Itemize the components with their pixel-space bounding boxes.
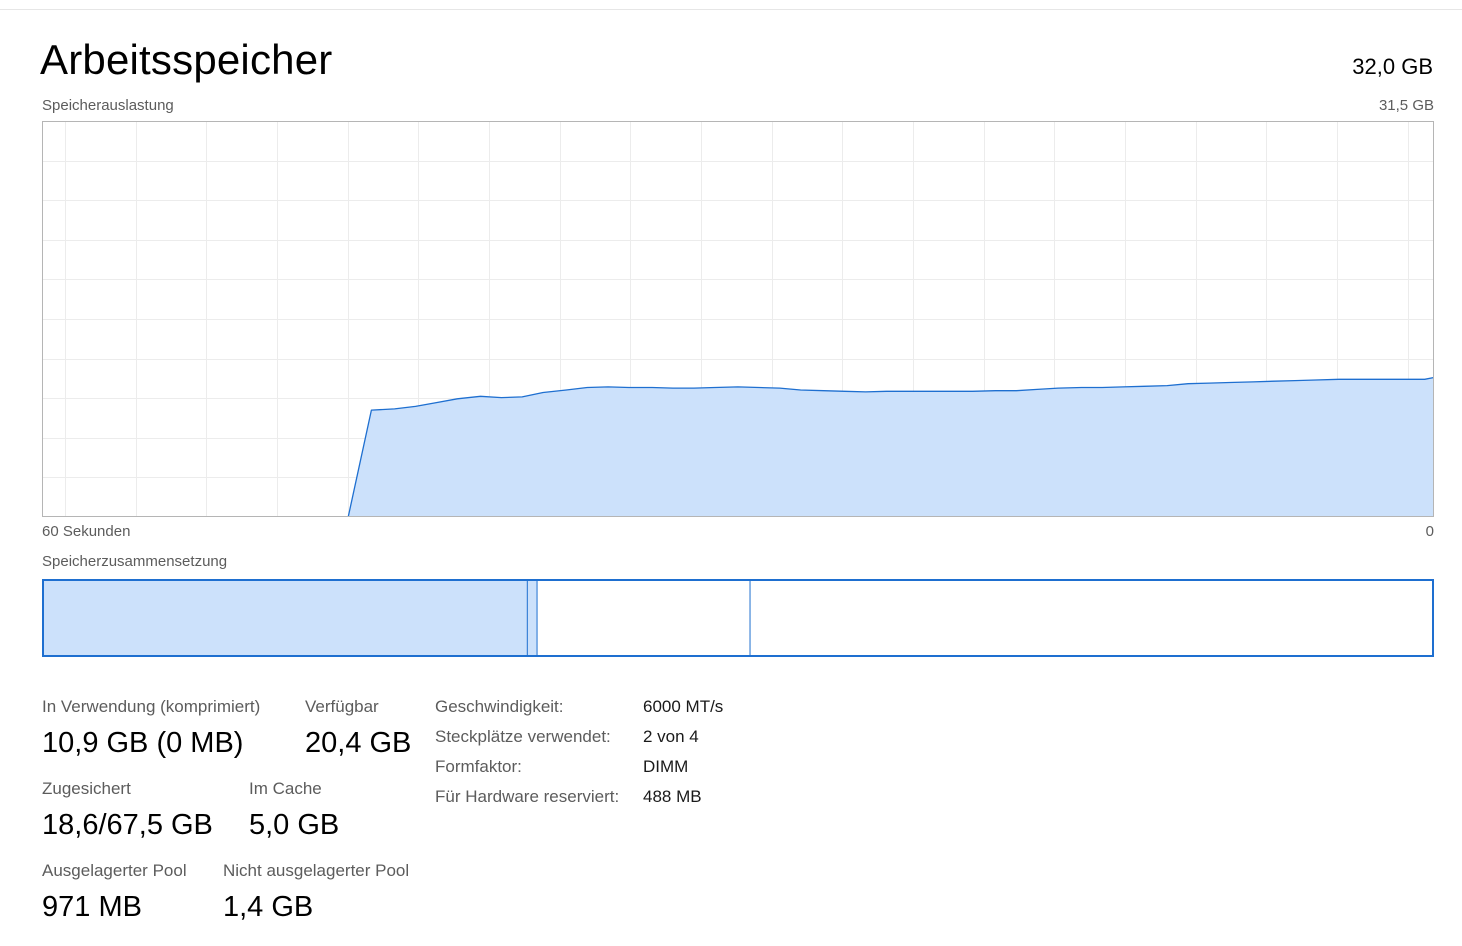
slots-label: Steckplätze verwendet: bbox=[435, 727, 611, 746]
speed-value: 6000 MT/s bbox=[643, 697, 724, 716]
composition-label: Speicherzusammensetzung bbox=[42, 553, 228, 570]
composition-segment-in-use bbox=[42, 580, 528, 656]
hardware-reserved-value: 488 MB bbox=[643, 787, 702, 806]
graph-time-left-label: 60 Sekunden bbox=[42, 523, 131, 540]
paged-pool-value: 971 MB bbox=[42, 891, 142, 923]
top-divider bbox=[0, 9, 1462, 10]
usage-graph-label: Speicherauslastung bbox=[42, 97, 174, 114]
available-value: 20,4 GB bbox=[305, 727, 412, 759]
hardware-reserved-label: Für Hardware reserviert: bbox=[435, 787, 620, 806]
in-use-label: In Verwendung (komprimiert) bbox=[42, 697, 261, 716]
page-title: Arbeitsspeicher bbox=[40, 36, 333, 83]
nonpaged-pool-value: 1,4 GB bbox=[223, 891, 314, 923]
cached-label: Im Cache bbox=[249, 779, 322, 798]
memory-usage-chart bbox=[42, 121, 1434, 517]
available-label: Verfügbar bbox=[305, 697, 379, 716]
memory-usage-graph bbox=[42, 121, 1434, 517]
form-factor-value: DIMM bbox=[643, 757, 689, 776]
composition-chart bbox=[42, 579, 1434, 657]
memory-composition-bar[interactable] bbox=[42, 579, 1434, 657]
committed-label: Zugesichert bbox=[42, 779, 131, 798]
cached-value: 5,0 GB bbox=[249, 809, 340, 841]
graph-time-right-label: 0 bbox=[1425, 523, 1434, 540]
composition-segment-standby bbox=[537, 580, 751, 656]
form-factor-label: Formfaktor: bbox=[435, 757, 522, 776]
committed-value: 18,6/67,5 GB bbox=[42, 809, 213, 841]
slots-value: 2 von 4 bbox=[643, 727, 699, 746]
speed-label: Geschwindigkeit: bbox=[435, 697, 564, 716]
total-memory: 32,0 GB bbox=[1352, 54, 1433, 79]
paged-pool-label: Ausgelagerter Pool bbox=[42, 861, 187, 880]
in-use-value: 10,9 GB (0 MB) bbox=[42, 727, 244, 759]
usage-graph-max-label: 31,5 GB bbox=[1378, 97, 1434, 114]
nonpaged-pool-label: Nicht ausgelagerter Pool bbox=[223, 861, 410, 880]
composition-segment-free bbox=[750, 580, 1434, 656]
composition-segment-modified bbox=[527, 580, 538, 656]
